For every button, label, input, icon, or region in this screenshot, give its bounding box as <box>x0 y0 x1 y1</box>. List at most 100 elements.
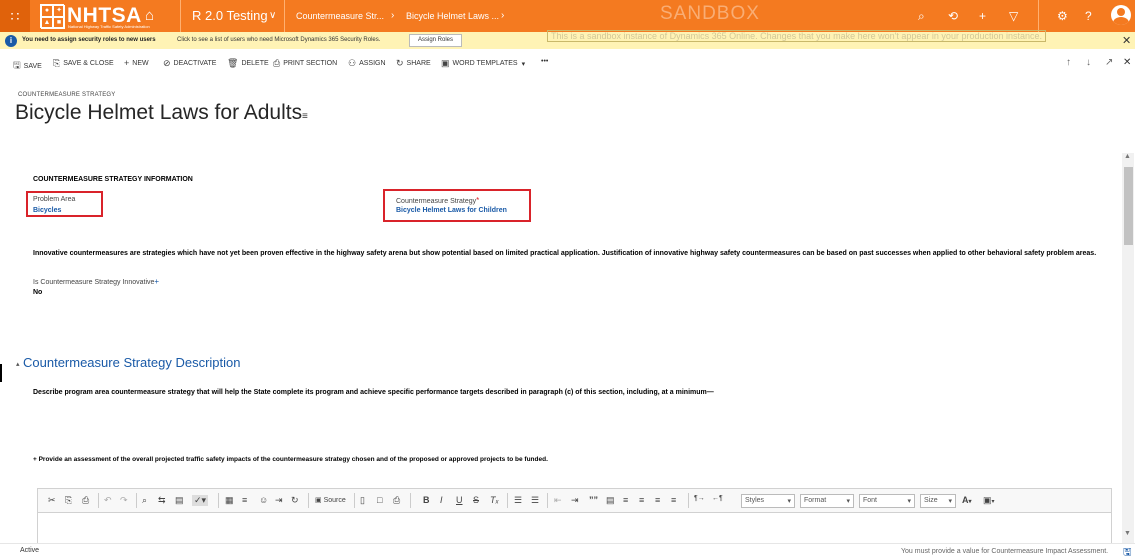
new-button[interactable]: + NEW <box>124 58 149 68</box>
save-close-icon: ⎘ <box>53 58 61 68</box>
scroll-down-icon[interactable]: ▼ <box>1124 530 1131 537</box>
assign-button[interactable]: ⚇ ASSIGN <box>348 58 386 69</box>
required-marker: * <box>476 196 480 205</box>
form-selector-icon[interactable]: ≡ <box>302 111 308 122</box>
smiley-icon[interactable]: ☺ <box>259 495 268 505</box>
numbered-list-icon[interactable]: ☰ <box>514 495 522 506</box>
scroll-thumb[interactable] <box>1124 167 1133 245</box>
replace-icon[interactable]: ⇆ <box>158 495 166 506</box>
format-dropdown[interactable]: Format ▾ <box>800 494 854 508</box>
bullet-list-icon[interactable]: ☰ <box>531 495 539 506</box>
save-button[interactable]: 🖫 SAVE <box>13 58 42 74</box>
word-templates-button[interactable]: ▣ WORD TEMPLATES ▾ <box>441 58 525 69</box>
breadcrumb-record[interactable]: Bicycle Helmet Laws ... <box>406 11 499 21</box>
strategy-link[interactable]: Bicycle Helmet Laws for Children <box>396 207 507 214</box>
form-scrollbar[interactable]: ▲ ▼ <box>1122 153 1134 543</box>
share-button[interactable]: ↻ SHARE <box>396 58 431 69</box>
deactivate-button[interactable]: ⊘ DEACTIVATE <box>163 58 216 69</box>
collapse-icon[interactable]: ▴ <box>16 360 20 368</box>
redo-icon[interactable]: ↷ <box>120 495 128 506</box>
nhtsa-logo[interactable]: ● ✦ ▲ ■ NHTSA National Highway Traffic Saf… <box>40 3 150 29</box>
underline-button[interactable]: U <box>456 495 463 505</box>
save-label: SAVE <box>23 62 42 70</box>
chevron-right-icon[interactable]: › <box>391 10 394 21</box>
background-color-button[interactable]: ▣▾ <box>983 495 995 506</box>
close-icon[interactable]: ✕ <box>1122 34 1131 47</box>
innovative-value[interactable]: No <box>33 289 42 296</box>
div-icon[interactable]: ▤ <box>606 495 615 506</box>
horizontal-line-icon[interactable]: ≡ <box>242 495 247 505</box>
trash-icon: 🗑 <box>227 58 239 68</box>
more-commands-button[interactable]: ••• <box>541 58 548 65</box>
close-icon[interactable]: ✕ <box>1123 57 1131 68</box>
page-break-icon[interactable]: ⇥ <box>275 495 283 506</box>
print-label: PRINT SECTION <box>283 60 338 67</box>
app-launcher-button[interactable]: ∷ <box>0 0 30 32</box>
styles-dropdown[interactable]: Styles ▾ <box>741 494 795 508</box>
print-icon[interactable]: ⎙ <box>393 495 400 506</box>
plus-icon: + <box>124 58 130 68</box>
scroll-up-icon[interactable]: ▲ <box>1124 153 1131 160</box>
strikethrough-button[interactable]: S <box>473 495 479 505</box>
breadcrumb-entity[interactable]: Countermeasure Str... <box>296 11 384 21</box>
iframe-icon[interactable]: ↻ <box>291 495 299 506</box>
countermeasure-strategy-field[interactable]: Countermeasure Strategy* Bicycle Helmet … <box>383 189 531 222</box>
source-button[interactable]: ▣ Source <box>315 496 346 504</box>
outdent-icon[interactable]: ⇤ <box>554 495 562 506</box>
arrow-up-icon[interactable]: ↑ <box>1066 57 1071 68</box>
rtl-icon[interactable]: ←¶ <box>712 495 723 502</box>
indent-icon[interactable]: ⇥ <box>571 495 579 506</box>
plus-icon[interactable]: + <box>979 9 986 23</box>
save-icon[interactable]: 🖫 <box>1123 545 1132 559</box>
command-bar: 🖫 SAVE ⎘ SAVE & CLOSE + NEW ⊘ DEACTIVATE 🗑 DE… <box>0 55 1135 73</box>
description-section-heading[interactable]: Countermeasure Strategy Description <box>23 355 241 370</box>
chevron-right-icon[interactable]: › <box>501 10 504 21</box>
ltr-icon[interactable]: ¶→ <box>694 495 705 502</box>
print-icon: ⎙ <box>273 58 281 68</box>
blockquote-icon[interactable]: ”” <box>589 495 598 505</box>
clear-format-icon[interactable]: Tₓ <box>490 495 499 505</box>
copy-icon[interactable]: ⎘ <box>65 495 72 506</box>
assign-roles-button[interactable]: Assign Roles <box>409 34 463 47</box>
chevron-down-icon: ▾ <box>948 498 952 505</box>
recent-history-icon[interactable]: ⟲ <box>948 9 958 23</box>
deactivate-icon: ⊘ <box>163 58 171 68</box>
chevron-down-icon[interactable]: ∨ <box>269 10 276 21</box>
problem-area-link[interactable]: Bicycles <box>33 207 61 214</box>
toolbar-divider <box>547 493 548 508</box>
align-justify-icon[interactable]: ≡ <box>671 495 676 505</box>
problem-area-field[interactable]: Problem Area Bicycles <box>26 191 103 217</box>
select-all-icon[interactable]: ▤ <box>175 495 184 506</box>
paste-icon[interactable]: ⎙ <box>82 495 89 506</box>
delete-button[interactable]: 🗑 DELETE <box>227 58 269 69</box>
gear-icon[interactable]: ⚙ <box>1057 9 1068 23</box>
app-title[interactable]: R 2.0 Testing <box>192 8 268 23</box>
align-right-icon[interactable]: ≡ <box>655 495 660 505</box>
undo-icon[interactable]: ↶ <box>104 495 112 506</box>
new-page-icon[interactable]: ▯ <box>360 495 365 506</box>
align-left-icon[interactable]: ≡ <box>623 495 628 505</box>
home-icon[interactable]: ⌂ <box>145 7 154 24</box>
avatar[interactable] <box>1111 5 1131 25</box>
text-color-button[interactable]: A▾ <box>962 495 972 505</box>
expand-icon[interactable]: ↗ <box>1105 57 1113 68</box>
search-icon[interactable]: ⌕ <box>918 9 925 24</box>
arrow-down-icon[interactable]: ↓ <box>1086 57 1091 68</box>
italic-button[interactable]: I <box>440 495 443 505</box>
align-center-icon[interactable]: ≡ <box>639 495 644 505</box>
notification-link[interactable]: Click to see a list of users who need Mi… <box>177 37 380 43</box>
spellcheck-icon[interactable]: ✓▾ <box>192 495 209 506</box>
size-dropdown[interactable]: Size ▾ <box>920 494 956 508</box>
filter-icon[interactable]: ▽ <box>1009 9 1018 23</box>
logo-cell: ✦ <box>53 5 65 17</box>
table-icon[interactable]: ▦ <box>225 495 234 506</box>
find-icon[interactable]: ⌕ <box>142 495 147 506</box>
toolbar-divider <box>136 493 137 508</box>
bold-button[interactable]: B <box>423 495 430 505</box>
preview-icon[interactable]: □ <box>377 495 382 505</box>
save-close-button[interactable]: ⎘ SAVE & CLOSE <box>53 58 114 69</box>
cut-icon[interactable]: ✂ <box>48 495 56 506</box>
print-section-button[interactable]: ⎙ PRINT SECTION <box>273 58 337 69</box>
font-dropdown[interactable]: Font ▾ <box>859 494 915 508</box>
help-icon[interactable]: ? <box>1085 9 1092 23</box>
